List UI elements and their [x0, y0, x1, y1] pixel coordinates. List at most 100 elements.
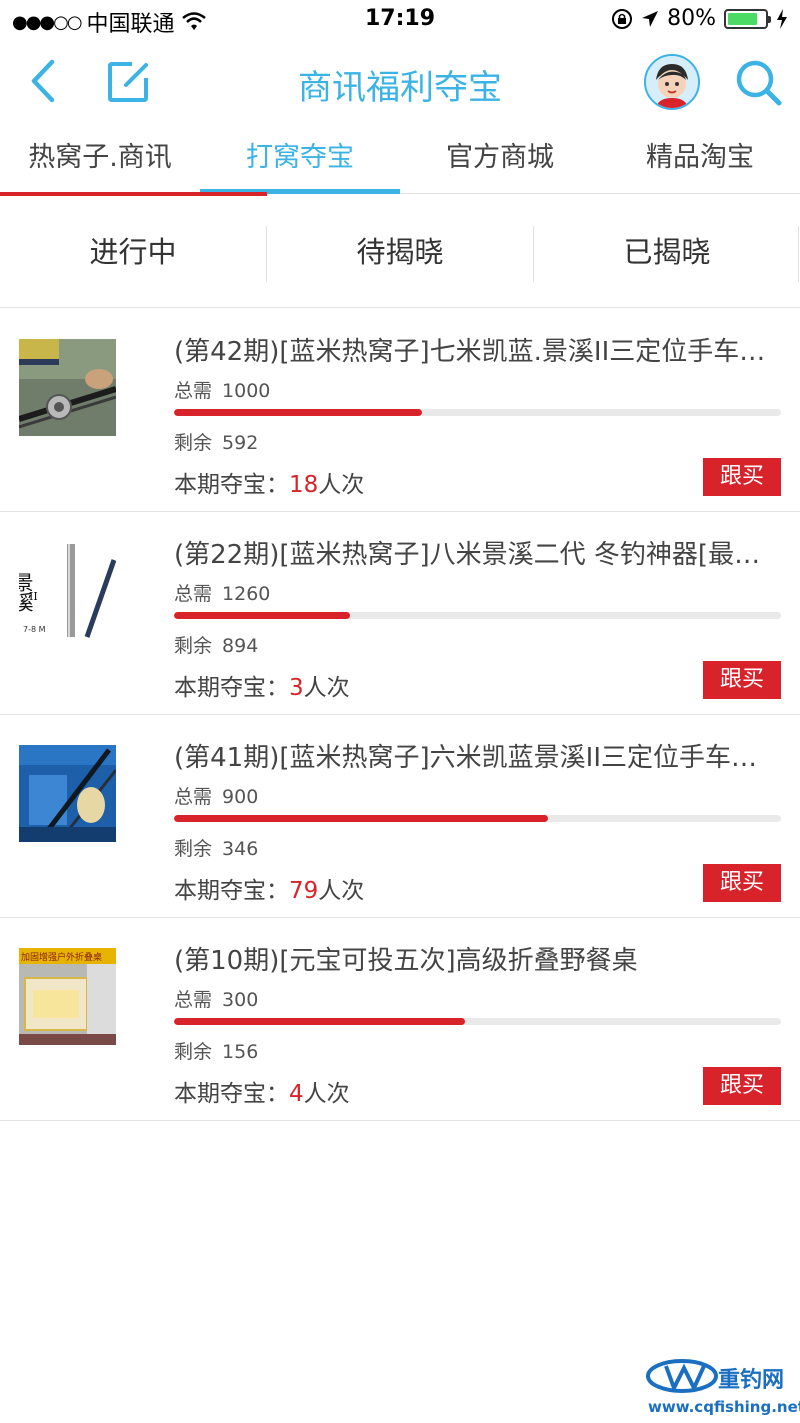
remaining-label: 剩余 [174, 838, 213, 860]
remaining: 剩余 156 [174, 1037, 258, 1064]
follow-buy-button[interactable]: 跟买 [703, 864, 781, 902]
product-thumbnail[interactable] [19, 339, 116, 436]
progress-bar [174, 1018, 781, 1025]
total-value: 900 [222, 786, 259, 808]
bid-number: 3 [289, 675, 304, 701]
battery-icon [724, 8, 771, 29]
total-label: 总需 [174, 380, 213, 402]
bid-suffix: 人次 [318, 878, 365, 904]
bid-number: 4 [289, 1081, 304, 1107]
progress-bar [174, 815, 781, 822]
watermark: 重钓网 www.cqfishing.net [640, 1356, 800, 1423]
remaining: 剩余 346 [174, 834, 258, 861]
bid-suffix: 人次 [303, 1081, 350, 1107]
bid-number: 18 [289, 472, 319, 498]
total-needed: 总需 900 [174, 782, 258, 809]
remaining-value: 156 [222, 1041, 259, 1063]
item-title[interactable]: (第41期)[蓝米热窝子]六米凯蓝景溪II三定位手车… [174, 737, 780, 774]
user-avatar-icon [646, 56, 698, 108]
list-item[interactable]: 加固增强户外折叠桌 (第10期)[元宝可投五次]高级折叠野餐桌 总需 300 剩余… [0, 918, 800, 1121]
progress-fill [174, 409, 422, 416]
list-item[interactable]: (第41期)[蓝米热窝子]六米凯蓝景溪II三定位手车… 总需 900 剩余 346 … [0, 715, 800, 918]
item-title[interactable]: (第42期)[蓝米热窝子]七米凯蓝.景溪II三定位手车… [174, 331, 780, 368]
progress-bar [174, 409, 781, 416]
total-label: 总需 [174, 786, 213, 808]
subtab-pending[interactable]: 待揭晓 [267, 196, 533, 308]
search-button[interactable] [732, 56, 784, 108]
total-label: 总需 [174, 989, 213, 1011]
bid-number: 79 [289, 878, 319, 904]
list-item[interactable]: (第42期)[蓝米热窝子]七米凯蓝.景溪II三定位手车… 总需 1000 剩余 59… [0, 309, 800, 512]
sub-tab-bar: 进行中 待揭晓 已揭晓 [0, 196, 800, 308]
bid-prefix: 本期夺宝： [174, 1081, 289, 1107]
total-value: 1260 [222, 583, 271, 605]
tab-taobao[interactable]: 精品淘宝 [600, 126, 800, 194]
follow-buy-button[interactable]: 跟买 [703, 1067, 781, 1105]
bid-prefix: 本期夺宝： [174, 878, 289, 904]
progress-fill [174, 815, 548, 822]
battery-percent: 80% [667, 6, 716, 31]
total-needed: 总需 1000 [174, 376, 270, 403]
bid-prefix: 本期夺宝： [174, 472, 289, 498]
thumb-model-text: II [29, 590, 38, 603]
remaining-value: 592 [222, 432, 259, 454]
fishing-rod-image [19, 339, 116, 436]
thumb-length-text: 7-8 M [23, 625, 46, 634]
total-value: 1000 [222, 380, 271, 402]
product-thumbnail[interactable] [19, 745, 116, 842]
remaining: 剩余 592 [174, 428, 258, 455]
remaining-label: 剩余 [174, 1041, 213, 1063]
follow-buy-button[interactable]: 跟买 [703, 661, 781, 699]
tab-hot-news[interactable]: 热窝子.商讯 [0, 126, 200, 194]
site-logo-icon [646, 1359, 718, 1394]
remaining-label: 剩余 [174, 432, 213, 454]
remaining: 剩余 894 [174, 631, 258, 658]
remaining-label: 剩余 [174, 635, 213, 657]
total-needed: 总需 1260 [174, 579, 270, 606]
follow-buy-button[interactable]: 跟买 [703, 458, 781, 496]
battery-fill [728, 12, 757, 25]
tab-label: 官方商城 [446, 142, 554, 173]
top-tab-bar: 热窝子.商讯 打窝夺宝 官方商城 精品淘宝 [0, 126, 800, 194]
tab-official-mall[interactable]: 官方商城 [400, 126, 600, 194]
bid-count: 本期夺宝：3人次 [174, 668, 350, 702]
subtab-ongoing[interactable]: 进行中 [0, 196, 266, 308]
tab-label: 热窝子.商讯 [28, 142, 172, 173]
total-needed: 总需 300 [174, 985, 258, 1012]
total-value: 300 [222, 989, 259, 1011]
status-bar: ●●●○○ 中国联通 17:19 80% [0, 0, 800, 40]
list-item[interactable]: 景溪 II 7-8 M (第22期)[蓝米热窝子]八米景溪二代 冬钓神器[最… … [0, 512, 800, 715]
fishing-rod-image [19, 745, 116, 842]
folding-table-image: 加固增强户外折叠桌 [19, 948, 116, 1045]
bid-suffix: 人次 [318, 472, 365, 498]
product-thumbnail[interactable]: 加固增强户外折叠桌 [19, 948, 116, 1045]
charging-bolt-icon [777, 8, 787, 29]
item-title[interactable]: (第22期)[蓝米热窝子]八米景溪二代 冬钓神器[最… [174, 534, 780, 571]
bid-count: 本期夺宝：79人次 [174, 871, 364, 905]
avatar[interactable] [644, 54, 700, 110]
tab-treasure[interactable]: 打窝夺宝 [200, 126, 400, 194]
tab-label: 精品淘宝 [646, 142, 754, 173]
thumb-banner-text: 加固增强户外折叠桌 [21, 951, 102, 963]
watermark-url: www.cqfishing.net [648, 1398, 800, 1416]
subtab-revealed[interactable]: 已揭晓 [534, 196, 800, 308]
nav-bar: 商讯福利夺宝 [0, 40, 800, 126]
product-thumbnail[interactable]: 景溪 II 7-8 M [19, 542, 116, 639]
total-label: 总需 [174, 583, 213, 605]
progress-fill [174, 1018, 466, 1025]
rotation-lock-icon [612, 8, 633, 29]
bid-prefix: 本期夺宝： [174, 675, 289, 701]
watermark-name: 重钓网 [718, 1368, 785, 1393]
progress-fill [174, 612, 351, 619]
item-title[interactable]: (第10期)[元宝可投五次]高级折叠野餐桌 [174, 940, 780, 977]
fishing-rod-image: 景溪 II 7-8 M [19, 542, 116, 639]
progress-bar [174, 612, 781, 619]
bid-count: 本期夺宝：4人次 [174, 1074, 350, 1108]
search-icon [736, 60, 782, 106]
status-right: 80% [611, 6, 788, 31]
bid-count: 本期夺宝：18人次 [174, 465, 364, 499]
remaining-value: 346 [222, 838, 259, 860]
remaining-value: 894 [222, 635, 259, 657]
tab-label: 打窝夺宝 [246, 142, 354, 173]
bid-suffix: 人次 [303, 675, 350, 701]
